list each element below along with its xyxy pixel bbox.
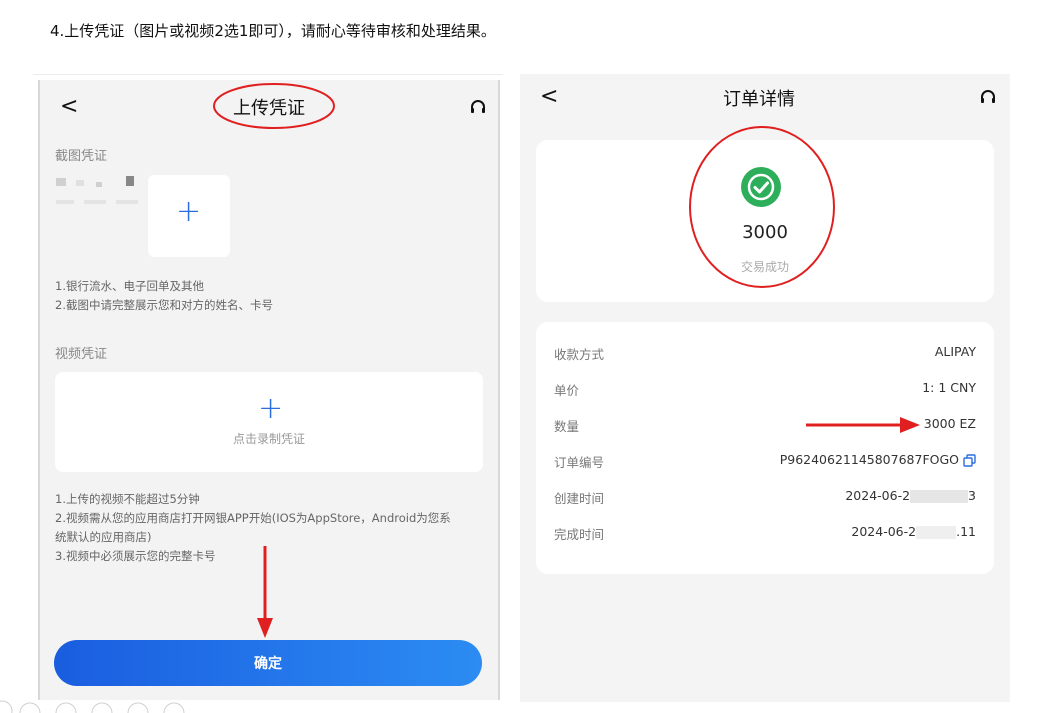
detail-label: 数量 (554, 419, 580, 434)
record-video-button[interactable]: + 点击录制凭证 (55, 372, 483, 472)
detail-row-payment-method: 收款方式 ALIPAY (554, 344, 976, 364)
detail-label: 单价 (554, 383, 580, 398)
time-suffix: 3 (968, 488, 976, 503)
transaction-status-card: 3000 交易成功 (536, 140, 994, 302)
order-detail-screen: < 订单详情 3000 交易成功 收款方式 ALIPAY 单价 1: 1 CNY… (520, 74, 1010, 702)
detail-value-wrap: P96240621145807687FOGO (780, 452, 976, 467)
detail-row-completed-time: 完成时间 2024-06-2 .11 (554, 524, 976, 544)
detail-row-quantity: 数量 3000 EZ (554, 416, 976, 436)
detail-value: ALIPAY (934, 344, 976, 359)
check-circle-icon (741, 167, 781, 207)
time-suffix: .11 (956, 524, 976, 539)
redacted-block (910, 490, 969, 503)
screenshot-hints: 1.银行流水、电子回单及其他 2.截图中请完整展示您和对方的姓名、卡号 (55, 277, 273, 315)
detail-value-wrap: 2024-06-2 3 (845, 488, 976, 503)
detail-value-wrap: 2024-06-2 .11 (851, 524, 976, 539)
redacted-block (916, 526, 957, 539)
hint-line: 3.视频中必须展示您的完整卡号 (55, 549, 216, 563)
detail-value: 3000 EZ (923, 416, 976, 431)
uploaded-thumbnail[interactable] (56, 176, 142, 206)
hint-line: 1.上传的视频不能超过5分钟 (55, 492, 200, 506)
detail-label: 创建时间 (554, 491, 605, 506)
detail-label: 订单编号 (554, 455, 605, 470)
divider (33, 74, 503, 75)
record-video-label: 点击录制凭证 (232, 432, 305, 446)
detail-row-order-number: 订单编号 P96240621145807687FOGO (554, 452, 976, 472)
video-hints: 1.上传的视频不能超过5分钟 2.视频需从您的应用商店打开网银APP开始(IOS… (55, 490, 485, 566)
detail-row-created-time: 创建时间 2024-06-2 3 (554, 488, 976, 508)
headset-icon[interactable] (980, 90, 996, 104)
confirm-button[interactable]: 确定 (54, 640, 482, 686)
plus-icon: + (258, 391, 284, 426)
screenshot-section-label: 截图凭证 (55, 149, 108, 164)
back-button[interactable]: < (60, 96, 78, 118)
video-section-label: 视频凭证 (55, 347, 108, 362)
back-button[interactable]: < (540, 86, 558, 108)
page-title: 订单详情 (723, 89, 795, 110)
toolbar-icons (0, 700, 185, 713)
order-detail-list: 收款方式 ALIPAY 单价 1: 1 CNY 数量 3000 EZ 订单编号 … (536, 322, 994, 574)
page-title: 上传凭证 (233, 98, 305, 119)
headset-icon[interactable] (470, 100, 486, 114)
add-screenshot-button[interactable]: + (148, 175, 230, 257)
detail-row-unit-price: 单价 1: 1 CNY (554, 380, 976, 400)
hint-line: 2.截图中请完整展示您和对方的姓名、卡号 (55, 298, 273, 312)
transaction-amount: 3000 (742, 222, 788, 243)
order-number: P96240621145807687FOGO (779, 452, 959, 467)
detail-label: 完成时间 (554, 527, 605, 542)
upload-proof-screen: < 上传凭证 截图凭证 + 1.银行流水、电子回单及其他 2.截图中请完整展示您… (38, 80, 500, 700)
detail-value: 1: 1 CNY (922, 380, 976, 395)
hint-line: 2.视频需从您的应用商店打开网银APP开始(IOS为AppStore，Andro… (55, 511, 451, 525)
hint-line: 1.银行流水、电子回单及其他 (55, 279, 204, 293)
screen-edge (38, 80, 40, 700)
time-prefix: 2024-06-2 (851, 524, 917, 539)
plus-icon: + (176, 194, 202, 229)
transaction-status: 交易成功 (740, 260, 789, 274)
hint-line: 统默认的应用商店) (55, 530, 152, 544)
time-prefix: 2024-06-2 (845, 488, 911, 503)
copy-icon[interactable] (963, 454, 976, 467)
instruction-text: 4.上传凭证（图片或视频2选1即可），请耐心等待审核和处理结果。 (50, 22, 496, 40)
detail-label: 收款方式 (554, 347, 605, 362)
screen-edge (498, 80, 500, 700)
